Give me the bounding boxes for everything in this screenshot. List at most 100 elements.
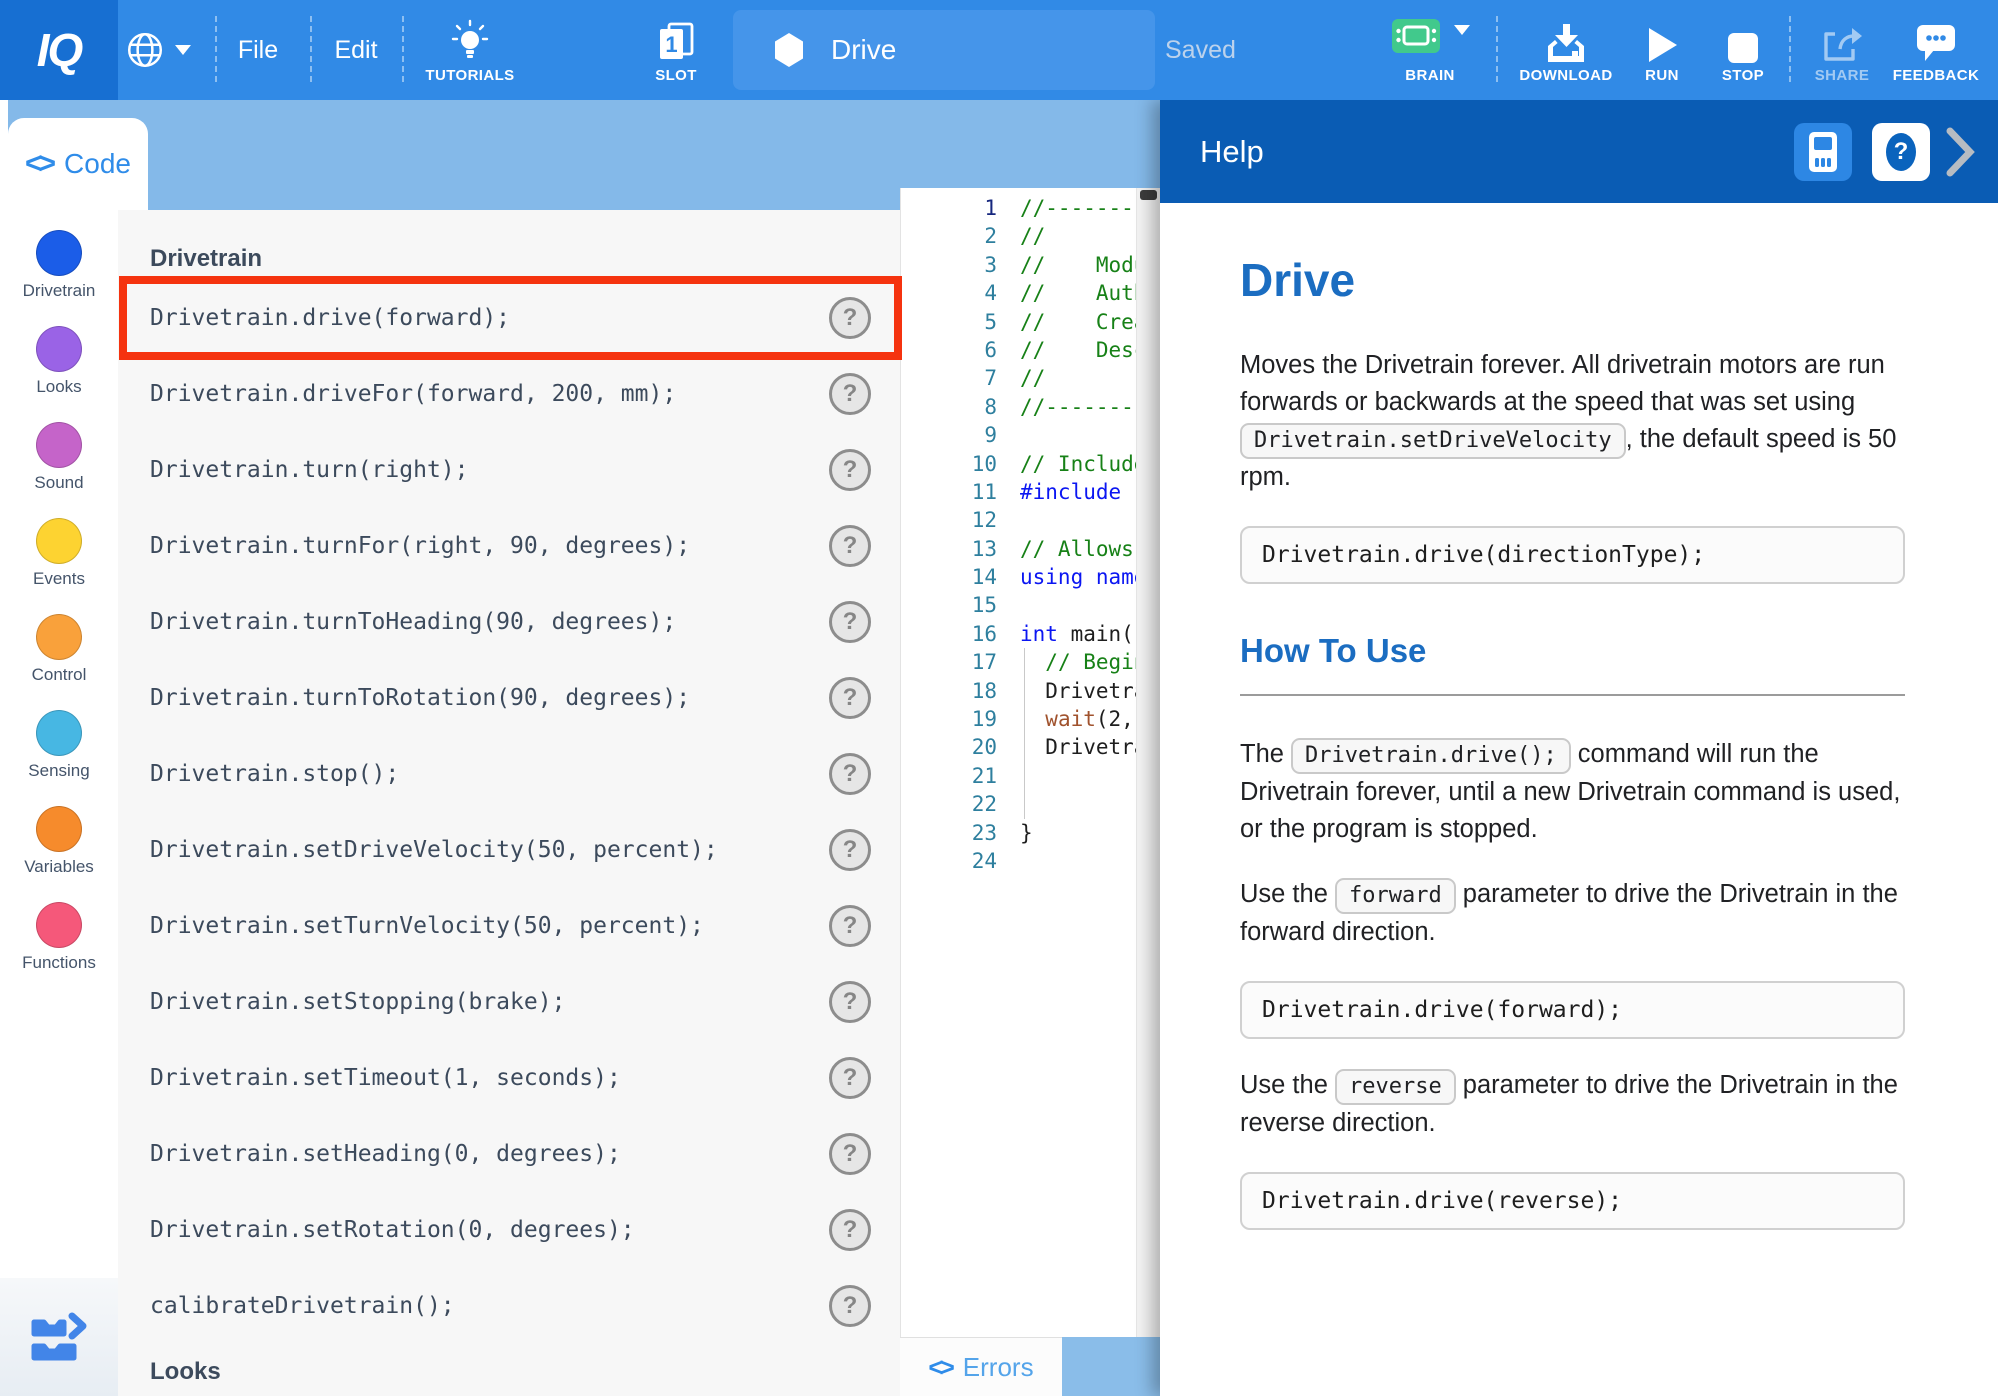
help-heading: Drive <box>1240 253 1905 307</box>
device-help-button[interactable] <box>1794 123 1852 181</box>
left-margin <box>0 100 8 210</box>
editor-line: 4// Author: VEX <box>901 279 1160 307</box>
sidebar-item-variables[interactable]: Variables <box>24 806 94 877</box>
command-row[interactable]: Drivetrain.setTimeout(1, seconds);? <box>118 1040 900 1116</box>
sidebar-item-label: Functions <box>22 953 96 973</box>
line-number: 23 <box>901 819 997 847</box>
editor-line: 23} <box>901 819 1160 847</box>
command-row[interactable]: Drivetrain.setStopping(brake);? <box>118 964 900 1040</box>
inline-code-chip: forward <box>1335 878 1456 914</box>
line-number: 8 <box>901 393 997 421</box>
editor-line: 7// <box>901 364 1160 392</box>
command-row[interactable]: Drivetrain.setDriveVelocity(50, percent)… <box>118 812 900 888</box>
stop-button[interactable]: STOP <box>1700 0 1786 100</box>
command-row[interactable]: Drivetrain.driveFor(forward, 200, mm);? <box>118 356 900 432</box>
line-number: 17 <box>901 648 997 676</box>
errors-bar-fill <box>1062 1337 1160 1396</box>
command-help-button[interactable]: ? <box>829 601 871 643</box>
command-row[interactable]: Drivetrain.turnToHeading(90, degrees);? <box>118 584 900 660</box>
command-help-button[interactable]: ? <box>829 1133 871 1175</box>
command-help-button[interactable]: ? <box>829 753 871 795</box>
tab-code[interactable]: <> Code <box>8 118 148 210</box>
switch-to-blocks-button[interactable] <box>0 1278 118 1396</box>
line-number: 12 <box>901 506 997 534</box>
help-question-button[interactable]: ? <box>1872 123 1930 181</box>
command-help-button[interactable]: ? <box>829 829 871 871</box>
code-example: Drivetrain.drive(directionType); <box>1240 526 1905 584</box>
functions-category-icon <box>36 902 82 948</box>
command-row[interactable]: Drivetrain.turnToRotation(90, degrees);? <box>118 660 900 736</box>
command-row[interactable]: Drivetrain.drive(forward);? <box>118 280 900 356</box>
tutorials-button[interactable]: TUTORIALS <box>415 0 525 100</box>
line-number: 14 <box>901 563 997 591</box>
sidebar-item-label: Sound <box>34 473 83 493</box>
sidebar-item-sound[interactable]: Sound <box>34 422 83 493</box>
editor-line: 14using namespace vex; <box>901 563 1160 591</box>
slot-button[interactable]: 1 SLOT <box>626 0 726 100</box>
top-toolbar: IQ File Edit <box>0 0 1998 100</box>
command-text: Drivetrain.stop(); <box>150 761 399 787</box>
sidebar-item-functions[interactable]: Functions <box>22 902 96 973</box>
command-row[interactable]: Drivetrain.turn(right);? <box>118 432 900 508</box>
share-button[interactable]: SHARE <box>1797 0 1887 100</box>
sidebar-item-control[interactable]: Control <box>32 614 87 685</box>
line-number: 16 <box>901 620 997 648</box>
brain-label: BRAIN <box>1405 67 1455 84</box>
command-row[interactable]: Drivetrain.setHeading(0, degrees);? <box>118 1116 900 1192</box>
command-row[interactable]: Drivetrain.stop();? <box>118 736 900 812</box>
project-name: Drive <box>831 34 896 66</box>
command-reference-panel: Drivetrain Drivetrain.drive(forward);?Dr… <box>118 210 900 1396</box>
command-help-button[interactable]: ? <box>829 1209 871 1251</box>
tutorials-label: TUTORIALS <box>425 67 514 84</box>
command-text: Drivetrain.drive(forward); <box>150 305 510 331</box>
brain-button[interactable]: BRAIN <box>1370 0 1490 100</box>
command-help-button[interactable]: ? <box>829 1285 871 1327</box>
project-name-button[interactable]: Drive <box>733 10 1155 90</box>
command-help-button[interactable]: ? <box>829 449 871 491</box>
code-editor[interactable]: 1//-------------------------------------… <box>900 188 1160 1337</box>
command-text: Drivetrain.setRotation(0, degrees); <box>150 1217 635 1243</box>
help-panel: Help ? <box>1160 100 1998 1396</box>
sidebar-item-drivetrain[interactable]: Drivetrain <box>23 230 96 301</box>
variables-category-icon <box>36 806 82 852</box>
help-paragraph: Use the forward parameter to drive the D… <box>1240 876 1905 951</box>
command-help-button[interactable]: ? <box>829 905 871 947</box>
command-row[interactable]: Drivetrain.setTurnVelocity(50, percent);… <box>118 888 900 964</box>
editor-scrollbar[interactable] <box>1136 188 1160 1337</box>
help-title: Help <box>1200 134 1774 170</box>
command-help-button[interactable]: ? <box>829 677 871 719</box>
line-number: 2 <box>901 222 997 250</box>
command-help-button[interactable]: ? <box>829 525 871 567</box>
line-code: } <box>1020 819 1033 847</box>
brain-device-icon <box>1806 130 1840 174</box>
command-row[interactable]: calibrateDrivetrain();? <box>118 1268 900 1344</box>
question-icon: ? <box>1886 133 1916 171</box>
scrollbar-thumb[interactable] <box>1140 190 1157 200</box>
edit-menu[interactable]: Edit <box>323 0 389 100</box>
download-button[interactable]: DOWNLOAD <box>1511 0 1621 100</box>
sidebar-item-looks[interactable]: Looks <box>36 326 82 397</box>
line-code: // <box>1020 222 1045 250</box>
command-help-button[interactable]: ? <box>829 1057 871 1099</box>
sidebar-item-label: Drivetrain <box>23 281 96 301</box>
file-menu[interactable]: File <box>225 0 291 100</box>
editor-line: 17 // Begin project code <box>901 648 1160 676</box>
tab-errors[interactable]: <> Errors <box>900 1337 1062 1396</box>
sensing-category-icon <box>36 710 82 756</box>
sidebar-item-sensing[interactable]: Sensing <box>28 710 89 781</box>
collapse-help-button[interactable] <box>1944 126 1976 178</box>
feedback-button[interactable]: FEEDBACK <box>1880 0 1992 100</box>
command-help-button[interactable]: ? <box>829 297 871 339</box>
sidebar-item-label: Events <box>33 569 85 589</box>
command-row[interactable]: Drivetrain.turnFor(right, 90, degrees);? <box>118 508 900 584</box>
inline-code-chip: Drivetrain.setDriveVelocity <box>1240 423 1626 459</box>
toolbar-divider <box>215 16 217 82</box>
sound-category-icon <box>36 422 82 468</box>
line-number: 9 <box>901 421 997 449</box>
run-button[interactable]: RUN <box>1622 0 1702 100</box>
sidebar-item-events[interactable]: Events <box>33 518 85 589</box>
command-help-button[interactable]: ? <box>829 373 871 415</box>
command-help-button[interactable]: ? <box>829 981 871 1023</box>
command-row[interactable]: Drivetrain.setRotation(0, degrees);? <box>118 1192 900 1268</box>
language-menu[interactable] <box>124 0 191 100</box>
